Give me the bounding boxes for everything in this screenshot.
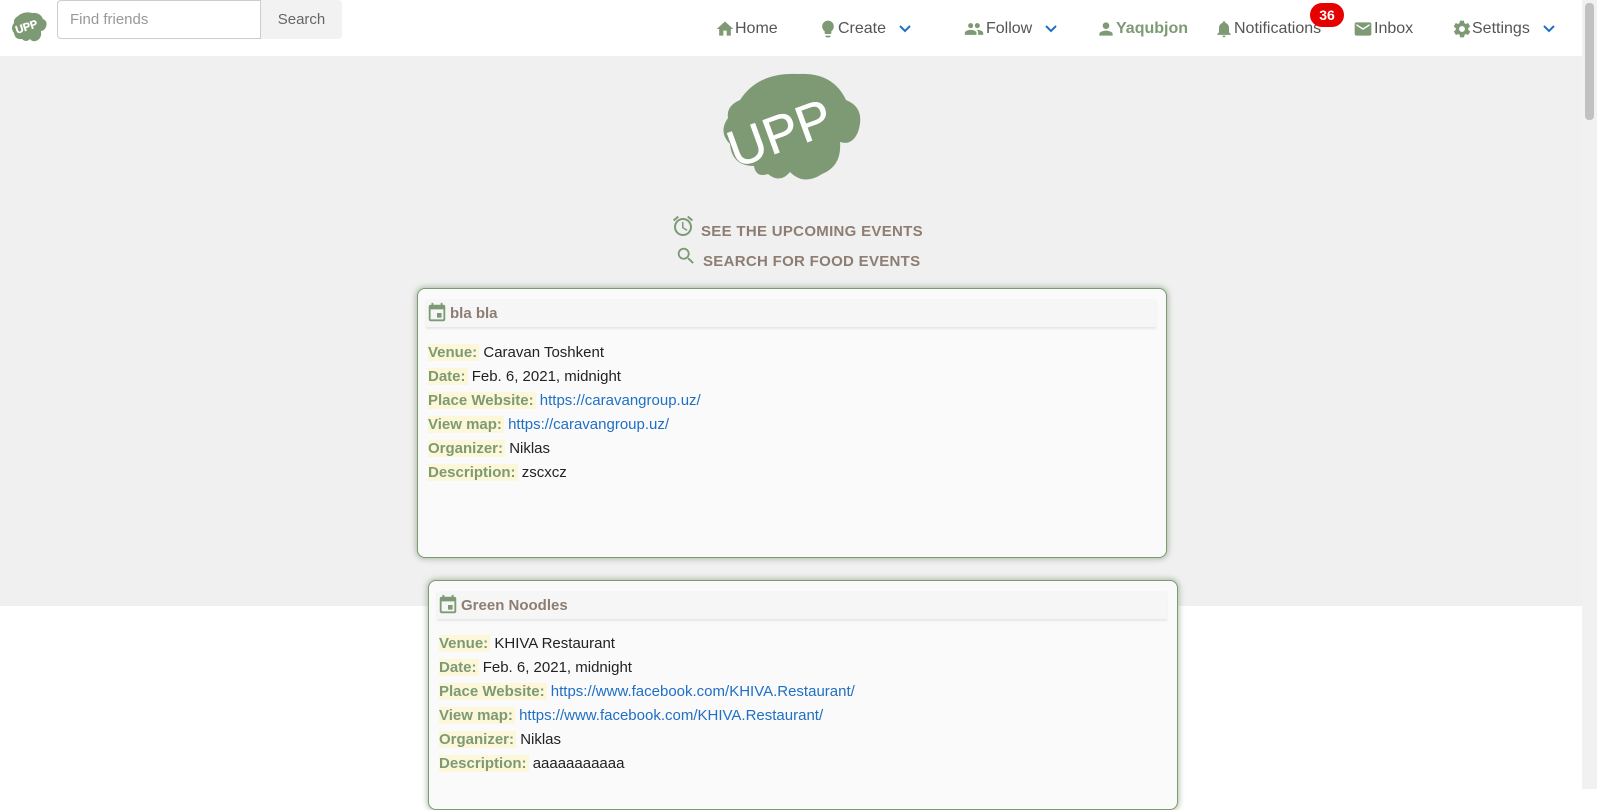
- nav-create[interactable]: Create: [818, 17, 912, 41]
- website-label: Place Website:: [439, 683, 547, 700]
- event-title[interactable]: Green Noodles: [461, 597, 568, 614]
- nav-follow[interactable]: Follow: [962, 17, 1058, 41]
- date-label: Date:: [428, 368, 468, 385]
- nav-inbox-label: Inbox: [1374, 20, 1414, 37]
- gear-icon: [1453, 20, 1471, 38]
- organizer-label: Organizer:: [439, 731, 517, 748]
- description-value: zscxcz: [521, 464, 567, 481]
- event-map: View map: https://caravangroup.uz/: [428, 416, 669, 433]
- brand-logo-icon[interactable]: UPP: [10, 10, 48, 44]
- nav-settings-label: Settings: [1472, 20, 1530, 37]
- map-link[interactable]: https://caravangroup.uz/: [508, 416, 669, 433]
- food-events-search-link[interactable]: SEARCH FOR FOOD EVENTS: [675, 241, 920, 270]
- upp-puzzle-logo: UPP: [720, 73, 861, 180]
- nav-follow-label: Follow: [986, 20, 1033, 37]
- event-description: Description: aaaaaaaaaaa: [439, 755, 624, 772]
- nav-notifications[interactable]: Notifications: [1214, 17, 1321, 41]
- nav-settings[interactable]: Settings: [1452, 17, 1556, 41]
- calendar-icon: [428, 302, 446, 322]
- chevron-down-icon: [1543, 25, 1555, 33]
- upcoming-events-label: SEE THE UPCOMING EVENTS: [701, 223, 923, 240]
- website-link[interactable]: https://caravangroup.uz/: [540, 392, 701, 409]
- event-venue: Venue: Caravan Toshkent: [428, 344, 604, 361]
- event-website: Place Website: https://caravangroup.uz/: [428, 392, 701, 409]
- chevron-down-icon: [899, 25, 911, 33]
- event-date: Date: Feb. 6, 2021, midnight: [439, 659, 632, 676]
- food-events-label: SEARCH FOR FOOD EVENTS: [703, 253, 921, 270]
- bell-icon: [1217, 21, 1231, 38]
- top-navbar: UPP Search Home Create Follow Yaqubjon N…: [0, 0, 1582, 56]
- event-title[interactable]: bla bla: [450, 305, 498, 322]
- event-card: bla bla Venue: Caravan Toshkent Date: Fe…: [417, 288, 1167, 558]
- scrollbar-thumb[interactable]: [1585, 3, 1594, 120]
- nav-create-label: Create: [838, 20, 887, 37]
- venue-value: Caravan Toshkent: [483, 344, 604, 361]
- website-link[interactable]: https://www.facebook.com/KHIVA.Restauran…: [551, 683, 855, 700]
- nav-home-label: Home: [735, 20, 778, 37]
- lightbulb-icon: [822, 20, 834, 38]
- nav-inbox[interactable]: Inbox: [1352, 17, 1413, 41]
- event-website: Place Website: https://www.facebook.com/…: [439, 683, 855, 700]
- upcoming-events-link[interactable]: SEE THE UPCOMING EVENTS: [671, 211, 923, 240]
- venue-label: Venue:: [439, 635, 491, 652]
- nav-user-label: Yaqubjon: [1116, 20, 1188, 37]
- description-value: aaaaaaaaaaa: [532, 755, 625, 772]
- nav-user-profile[interactable]: Yaqubjon: [1096, 17, 1188, 41]
- alarm-clock-icon: [673, 215, 693, 236]
- nav-home[interactable]: Home: [715, 17, 778, 41]
- date-value: Feb. 6, 2021, midnight: [471, 368, 621, 385]
- map-label: View map:: [428, 416, 504, 433]
- search-input[interactable]: [57, 0, 261, 39]
- map-label: View map:: [439, 707, 515, 724]
- person-icon: [1099, 22, 1113, 36]
- people-icon: [964, 23, 984, 35]
- notification-count-badge: 36: [1310, 3, 1344, 27]
- home-icon: [716, 21, 734, 36]
- mail-icon: [1354, 22, 1372, 36]
- event-date: Date: Feb. 6, 2021, midnight: [428, 368, 621, 385]
- event-organizer: Organizer: Niklas: [428, 440, 550, 457]
- event-card-header: bla bla: [426, 299, 1156, 327]
- organizer-value: Niklas: [509, 440, 551, 457]
- search-button[interactable]: Search: [261, 0, 342, 39]
- search-icon: [677, 247, 694, 264]
- description-label: Description:: [439, 755, 529, 772]
- organizer-label: Organizer:: [428, 440, 506, 457]
- chevron-down-icon: [1045, 25, 1057, 33]
- organizer-value: Niklas: [520, 731, 562, 748]
- nav-notifications-label: Notifications: [1234, 20, 1322, 37]
- event-card-header: Green Noodles: [437, 591, 1167, 619]
- calendar-icon: [439, 594, 457, 614]
- map-link[interactable]: https://www.facebook.com/KHIVA.Restauran…: [519, 707, 823, 724]
- event-card: Green Noodles Venue: KHIVA Restaurant Da…: [428, 580, 1178, 810]
- description-label: Description:: [428, 464, 518, 481]
- date-label: Date:: [439, 659, 479, 676]
- date-value: Feb. 6, 2021, midnight: [482, 659, 632, 676]
- venue-value: KHIVA Restaurant: [494, 635, 615, 652]
- event-description: Description: zscxcz: [428, 464, 567, 481]
- event-map: View map: https://www.facebook.com/KHIVA…: [439, 707, 823, 724]
- venue-label: Venue:: [428, 344, 480, 361]
- website-label: Place Website:: [428, 392, 536, 409]
- event-venue: Venue: KHIVA Restaurant: [439, 635, 615, 652]
- event-organizer: Organizer: Niklas: [439, 731, 561, 748]
